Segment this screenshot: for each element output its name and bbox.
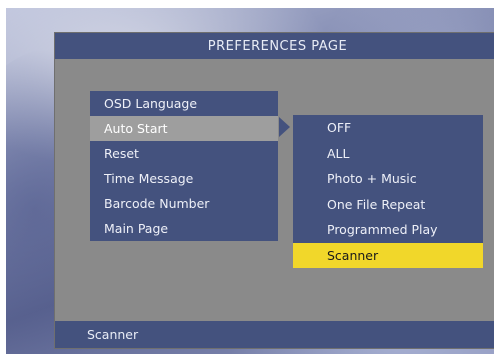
menu-item-label: OSD Language (104, 96, 198, 111)
menu-item-label: Time Message (104, 171, 194, 186)
status-text: Scanner (87, 327, 139, 342)
main-menu: OSD Language Auto Start Reset Time Messa… (90, 91, 278, 241)
menu-item-label: Auto Start (104, 121, 168, 136)
submenu-item-off[interactable]: OFF (293, 115, 483, 141)
page-title-bar: PREFERENCES PAGE (55, 33, 494, 59)
submenu-item-one-file-repeat[interactable]: One File Repeat (293, 192, 483, 218)
preferences-panel: PREFERENCES PAGE OSD Language Auto Start… (54, 32, 494, 349)
status-bar: Scanner (55, 321, 494, 348)
submenu-item-photo-music[interactable]: Photo + Music (293, 166, 483, 192)
menu-item-auto-start[interactable]: Auto Start (90, 116, 278, 141)
submenu-item-label: Photo + Music (327, 171, 417, 186)
menu-item-label: Main Page (104, 221, 169, 236)
submenu-item-label: Programmed Play (327, 222, 438, 237)
submenu-item-label: OFF (327, 120, 352, 135)
tv-screen-background: PREFERENCES PAGE OSD Language Auto Start… (6, 8, 494, 354)
menu-item-barcode-number[interactable]: Barcode Number (90, 191, 278, 216)
menu-item-reset[interactable]: Reset (90, 141, 278, 166)
menu-item-time-message[interactable]: Time Message (90, 166, 278, 191)
menu-item-main-page[interactable]: Main Page (90, 216, 278, 241)
menu-item-osd-language[interactable]: OSD Language (90, 91, 278, 116)
submenu-item-all[interactable]: ALL (293, 141, 483, 167)
menu-item-label: Reset (104, 146, 139, 161)
submenu-item-label: Scanner (327, 247, 379, 263)
submenu-item-programmed-play[interactable]: Programmed Play (293, 217, 483, 243)
submenu-item-label: One File Repeat (327, 196, 426, 212)
menu-item-label: Barcode Number (104, 196, 210, 211)
submenu-item-scanner[interactable]: Scanner (293, 242, 483, 268)
auto-start-submenu: OFF ALL Photo + Music One File Repeat Pr… (293, 115, 483, 268)
page-title: PREFERENCES PAGE (207, 38, 348, 54)
triangle-right-icon (279, 117, 290, 137)
submenu-item-label: ALL (327, 145, 350, 161)
